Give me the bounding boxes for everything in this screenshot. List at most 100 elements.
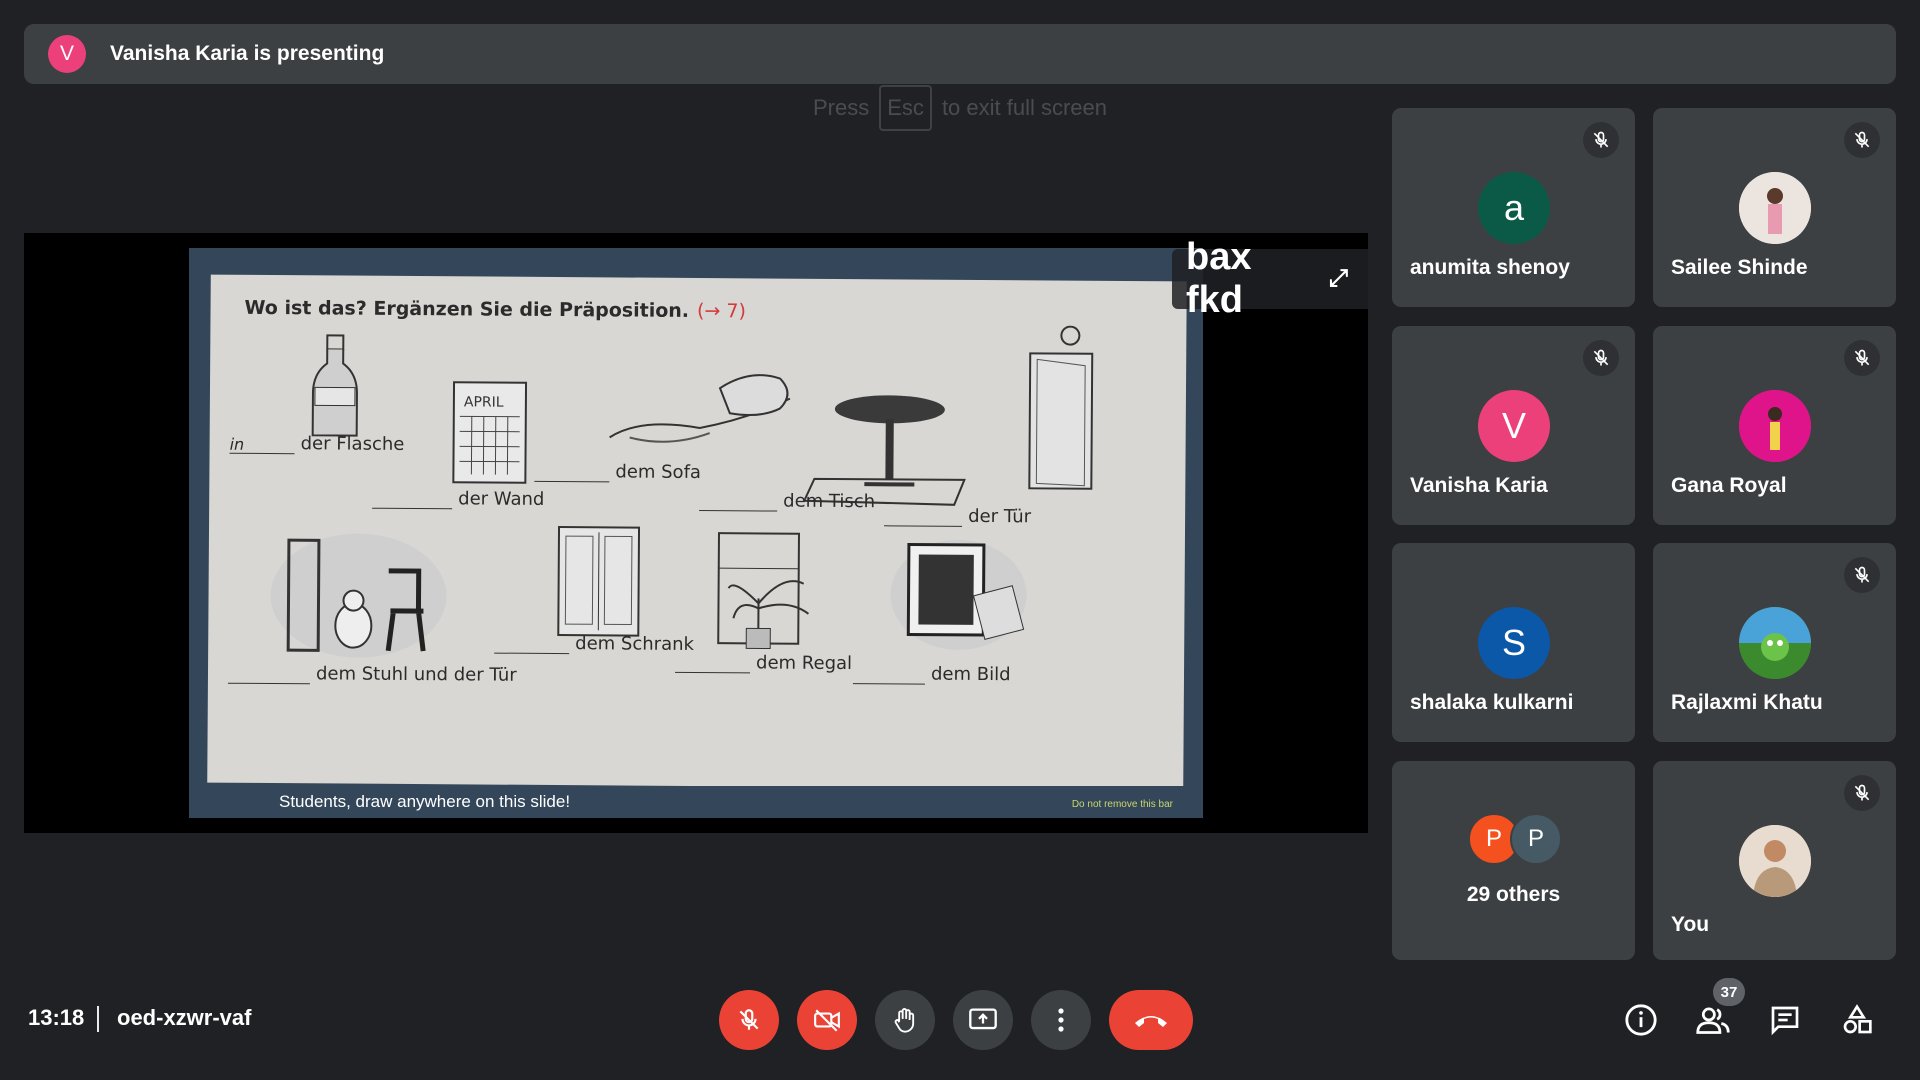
avatar bbox=[1739, 172, 1811, 244]
peardeck-bar: Students, draw anywhere on this slide! D… bbox=[189, 786, 1203, 818]
heading-text: Wo ist das? Ergänzen Sie die Präposition… bbox=[244, 296, 690, 322]
exercise-9-blank[interactable] bbox=[852, 665, 926, 685]
calendar-label: APRIL bbox=[464, 394, 504, 410]
exercise-4: dem Tisch bbox=[699, 490, 875, 512]
hint-press: Press bbox=[813, 95, 870, 120]
avatar bbox=[1739, 825, 1811, 897]
mic-off-icon bbox=[1583, 340, 1619, 376]
participant-name: Vanisha Karia bbox=[1410, 474, 1548, 497]
participant-tile[interactable]: Sailee Shinde bbox=[1653, 108, 1896, 307]
exercise-4-blank[interactable] bbox=[699, 492, 778, 512]
mic-toggle-button[interactable] bbox=[719, 990, 779, 1050]
mic-off-icon bbox=[1844, 557, 1880, 593]
avatar: a bbox=[1478, 172, 1550, 244]
info-icon bbox=[1625, 1004, 1657, 1036]
exercise-6-text: dem Stuhl und der Tür bbox=[315, 663, 517, 686]
presenter-name-label: bax fkd ⤢ bbox=[1172, 236, 1368, 321]
exercise-2-text: der Wand bbox=[458, 488, 545, 510]
clock: 13:18 bbox=[28, 1005, 85, 1030]
participant-name: Gana Royal bbox=[1671, 474, 1787, 497]
exercise-3-blank[interactable] bbox=[534, 462, 610, 483]
mic-off-icon bbox=[1844, 775, 1880, 811]
present-button[interactable] bbox=[953, 990, 1013, 1050]
worksheet-heading: Wo ist das? Ergänzen Sie die Präposition… bbox=[244, 297, 746, 322]
presenter-name-text: bax fkd bbox=[1186, 236, 1252, 321]
exercise-7: dem Schrank bbox=[494, 633, 694, 655]
chat-icon bbox=[1771, 1006, 1799, 1036]
presenter-avatar: V bbox=[48, 35, 86, 73]
end-call-icon bbox=[1135, 1016, 1167, 1027]
exercise-7-blank[interactable] bbox=[494, 634, 570, 655]
exercise-5-text: der Tür bbox=[968, 505, 1032, 528]
exit-fullscreen-hint: Press Esc to exit full screen bbox=[813, 85, 1108, 131]
meeting-details-button[interactable] bbox=[1621, 1000, 1661, 1040]
participant-name: Rajlaxmi Khatu bbox=[1671, 691, 1823, 714]
participant-name: You bbox=[1671, 913, 1710, 936]
avatar bbox=[1739, 390, 1811, 462]
exercise-1-text: der Flasche bbox=[300, 433, 405, 455]
mic-off-icon bbox=[1583, 122, 1619, 158]
exercise-6-blank[interactable] bbox=[227, 664, 311, 685]
exercise-9-text: dem Bild bbox=[930, 663, 1011, 686]
exercise-1-blank[interactable]: in bbox=[229, 434, 295, 455]
others-label: 29 others bbox=[1466, 883, 1561, 906]
hint-text: to exit full screen bbox=[941, 95, 1108, 120]
avatar: V bbox=[1478, 390, 1550, 462]
avatar: P bbox=[1510, 813, 1562, 865]
meeting-code: oed-xzwr-vaf bbox=[117, 1005, 252, 1030]
shared-slide: Wo ist das? Ergänzen Sie die Präposition… bbox=[189, 248, 1203, 818]
exercise-3-text: dem Sofa bbox=[615, 461, 702, 484]
presentation-stage[interactable]: Wo ist das? Ergänzen Sie die Präposition… bbox=[24, 233, 1368, 833]
participant-tile[interactable]: Gana Royal bbox=[1653, 326, 1896, 525]
shelf-plant-illustration bbox=[717, 532, 810, 650]
participant-name: Sailee Shinde bbox=[1671, 256, 1808, 279]
activities-button[interactable] bbox=[1837, 1000, 1877, 1040]
exercise-8-text: dem Regal bbox=[756, 652, 853, 675]
exercise-8-blank[interactable] bbox=[675, 653, 751, 674]
worksheet: Wo ist das? Ergänzen Sie die Präposition… bbox=[207, 274, 1187, 790]
more-icon bbox=[1058, 1008, 1064, 1032]
camera-toggle-button[interactable] bbox=[797, 990, 857, 1050]
exercise-5: der Tür bbox=[884, 505, 1031, 527]
bar-note: Do not remove this bar bbox=[1071, 799, 1173, 810]
mic-off-icon bbox=[1844, 340, 1880, 376]
participant-tile[interactable]: S shalaka kulkarni bbox=[1392, 543, 1635, 742]
divider bbox=[97, 1006, 99, 1032]
calendar-illustration: APRIL bbox=[452, 381, 528, 484]
sofa-cat-illustration bbox=[609, 374, 791, 443]
door-illustration bbox=[1028, 325, 1094, 490]
participant-tile[interactable]: Rajlaxmi Khatu bbox=[1653, 543, 1896, 742]
exercise-6: dem Stuhl und der Tür bbox=[227, 663, 517, 686]
camera-off-icon bbox=[814, 1009, 840, 1032]
participant-name: anumita shenoy bbox=[1410, 256, 1570, 279]
esc-key: Esc bbox=[879, 85, 932, 131]
exercise-4-text: dem Tisch bbox=[783, 490, 876, 513]
expand-icon[interactable]: ⤢ bbox=[1329, 265, 1348, 293]
raise-hand-button[interactable] bbox=[875, 990, 935, 1050]
heading-ref: (→ 7) bbox=[696, 299, 747, 323]
exercise-2: der Wand bbox=[372, 488, 544, 510]
picture-frame-illustration bbox=[890, 539, 1027, 650]
others-tile[interactable]: P P 29 others bbox=[1392, 761, 1635, 960]
avatar bbox=[1739, 607, 1811, 679]
presenting-banner: V Vanisha Karia is presenting bbox=[24, 24, 1896, 84]
participant-tile[interactable]: V Vanisha Karia bbox=[1392, 326, 1635, 525]
chat-button[interactable] bbox=[1765, 1000, 1805, 1040]
leave-call-button[interactable] bbox=[1109, 990, 1193, 1050]
exercise-8: dem Regal bbox=[675, 652, 852, 674]
draw-message: Students, draw anywhere on this slide! bbox=[279, 792, 571, 811]
participant-count-badge: 37 bbox=[1713, 978, 1745, 1006]
activities-icon bbox=[1843, 1004, 1872, 1034]
participant-tile[interactable]: a anumita shenoy bbox=[1392, 108, 1635, 307]
people-button[interactable] bbox=[1693, 1000, 1733, 1040]
exercise-5-blank[interactable] bbox=[884, 507, 963, 527]
mic-off-icon bbox=[1844, 122, 1880, 158]
self-tile[interactable]: You bbox=[1653, 761, 1896, 960]
exercise-2-blank[interactable] bbox=[372, 489, 453, 510]
participant-name: shalaka kulkarni bbox=[1410, 691, 1574, 714]
exercise-9: dem Bild bbox=[852, 663, 1011, 686]
present-icon bbox=[969, 1008, 997, 1030]
presenting-text: Vanisha Karia is presenting bbox=[110, 42, 385, 65]
more-options-button[interactable] bbox=[1031, 990, 1091, 1050]
dog-chair-illustration bbox=[270, 533, 447, 658]
